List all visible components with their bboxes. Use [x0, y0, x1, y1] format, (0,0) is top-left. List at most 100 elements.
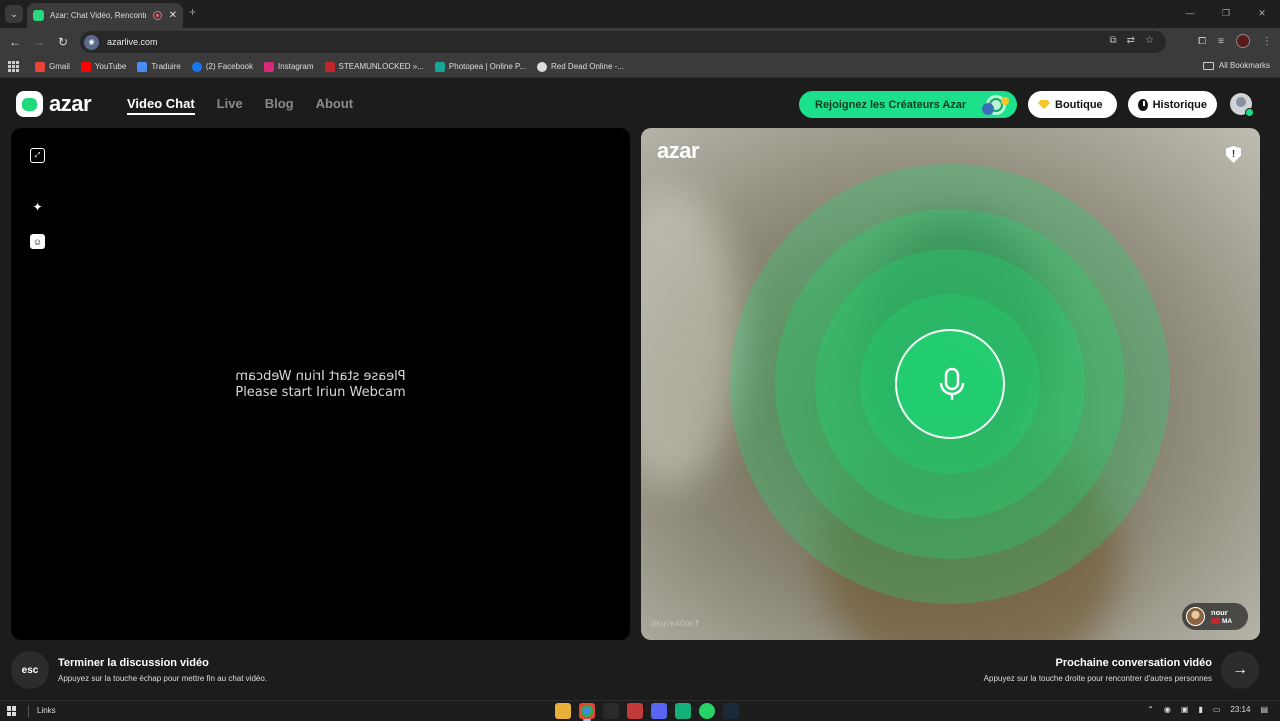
more-menu-icon[interactable]: ⋮ [1262, 36, 1272, 47]
gem-icon [1038, 100, 1050, 109]
bookmark-facebook[interactable]: (2) Facebook [191, 61, 253, 72]
next-chat-button[interactable]: → [1221, 651, 1259, 689]
file-explorer-icon[interactable] [555, 703, 571, 719]
video-blur-shape [641, 188, 741, 488]
history-label: Historique [1152, 98, 1207, 111]
folder-icon [1202, 61, 1214, 70]
bookmark-traduire[interactable]: Traduire [137, 61, 181, 72]
partner-video-panel: azar ! @kqceAOQoT nour MA [641, 128, 1260, 640]
gmail-icon [35, 61, 45, 72]
bookmark-instagram[interactable]: Instagram [263, 61, 314, 72]
close-window-icon[interactable]: ✕ [1244, 0, 1280, 28]
shop-label: Boutique [1055, 98, 1103, 111]
cast-icon[interactable]: ⧉ [1110, 35, 1117, 46]
azar-logo-icon [16, 91, 43, 117]
logo-text: azar [49, 91, 92, 116]
effects-sparkle-icon[interactable]: ✦ [30, 199, 45, 214]
clock-time[interactable]: 23:14 [1230, 705, 1250, 714]
microphone-tray-icon[interactable]: ▮ [1198, 705, 1202, 714]
windows-start-icon[interactable] [7, 706, 17, 716]
azar-page: azar Video Chat Live Blog About Rejoigne… [0, 79, 1280, 700]
webcam-message: Please start Iriun Webcam Please start I… [11, 369, 630, 401]
steam-icon[interactable] [723, 703, 739, 719]
bookmark-gmail[interactable]: Gmail [35, 61, 70, 72]
site-info-icon[interactable]: ◉ [84, 34, 99, 50]
taskbar-separator [28, 705, 29, 717]
partner-user-id: @kqceAOQoT [651, 619, 700, 628]
main-nav: Video Chat Live Blog About [127, 96, 353, 115]
face-filter-icon[interactable]: ☺ [30, 234, 45, 249]
recording-indicator-icon [152, 11, 162, 20]
discord-icon[interactable] [651, 703, 667, 719]
video-watermark-logo: azar [657, 138, 700, 163]
join-creators-button[interactable]: Rejoignez les Créateurs Azar [799, 91, 1017, 118]
reddead-icon [537, 61, 548, 72]
new-tab-button[interactable]: + [189, 5, 196, 19]
partner-info: nour MA [1211, 608, 1232, 626]
bookmark-steamunlocked[interactable]: STEAMUNLOCKED »... [324, 61, 424, 72]
my-camera-panel: ⤢ ✦ ☺ Please start Iriun Webcam Please s… [11, 128, 630, 640]
microphone-icon [939, 367, 965, 400]
bookmark-reddead[interactable]: Red Dead Online -... [537, 61, 624, 72]
nav-about[interactable]: About [316, 96, 354, 115]
online-status-icon [1245, 108, 1254, 117]
browser-toolbar: ← → ↻ ◉ azarlive.com ⧉ ⇄ ☆ ⧠ ≡ ⋮ [0, 28, 1280, 56]
apps-grid-icon[interactable] [8, 60, 20, 73]
azar-favicon-icon [33, 10, 44, 21]
youtube-icon [80, 61, 91, 72]
address-bar[interactable]: ◉ azarlive.com ⧉ ⇄ ☆ [80, 31, 1166, 53]
site-header: azar Video Chat Live Blog About Rejoigne… [0, 79, 1280, 127]
links-toolbar[interactable]: Links [37, 706, 56, 715]
azar-logo[interactable]: azar [16, 91, 92, 117]
arrow-right-icon: → [1232, 661, 1248, 678]
next-chat-title: Prochaine conversation vidéo [1055, 657, 1213, 669]
partner-country-code: MA [1222, 617, 1233, 625]
report-shield-icon[interactable]: ! [1226, 146, 1241, 163]
swap-layout-icon[interactable]: ⤢ [30, 148, 45, 163]
profile-avatar[interactable] [1236, 34, 1250, 48]
active-tab[interactable]: Azar: Chat Vidéo, Rencontre ✕ [27, 3, 183, 28]
end-chat-button[interactable]: esc [11, 651, 49, 689]
instagram-icon [263, 61, 274, 72]
taskbar-apps [555, 703, 739, 721]
all-bookmarks-button[interactable]: All Bookmarks [1202, 61, 1270, 70]
partner-badge[interactable]: nour MA [1182, 603, 1248, 630]
back-icon[interactable]: ← [3, 35, 27, 49]
bookmark-youtube[interactable]: YouTube [80, 61, 126, 72]
bookmark-star-icon[interactable]: ☆ [1145, 35, 1154, 46]
forward-icon[interactable]: → [27, 35, 51, 49]
restore-icon[interactable]: ❐ [1208, 0, 1244, 28]
chrome-icon[interactable] [579, 703, 595, 721]
translate-page-icon[interactable]: ⇄ [1127, 35, 1135, 46]
whatsapp-icon[interactable] [699, 703, 715, 719]
minimize-icon[interactable]: — [1172, 0, 1208, 28]
nav-blog[interactable]: Blog [265, 96, 294, 115]
bookmark-photopea[interactable]: Photopea | Online P... [434, 61, 526, 72]
notifications-icon[interactable]: ▤ [1260, 705, 1268, 714]
tray-app-icon[interactable]: ◉ [1164, 705, 1171, 714]
adobe-icon[interactable] [603, 703, 619, 719]
webcam-message-mirrored: Please start Iriun Webcam [235, 369, 406, 384]
end-chat-title: Terminer la discussion vidéo [58, 657, 209, 669]
tab-search-button[interactable]: ⌄ [5, 5, 23, 23]
nav-video-chat[interactable]: Video Chat [127, 96, 195, 115]
browser-tab-strip: ⌄ Azar: Chat Vidéo, Rencontre ✕ + — ❐ ✕ [0, 0, 1280, 28]
steamunlocked-icon [324, 61, 335, 72]
network-icon[interactable]: ▭ [1213, 705, 1221, 714]
history-button[interactable]: Historique [1128, 91, 1217, 118]
close-tab-icon[interactable]: ✕ [169, 10, 177, 21]
bookmarks-bar: Gmail YouTube Traduire (2) Facebook Inst… [0, 56, 1280, 78]
tray-overflow-icon[interactable]: ⌃ [1147, 705, 1154, 714]
join-creators-label: Rejoignez les Créateurs Azar [815, 98, 967, 111]
reading-list-icon[interactable]: ≡ [1218, 36, 1224, 47]
app-icon[interactable] [627, 703, 643, 719]
extensions-icon[interactable]: ⧠ [1198, 36, 1206, 47]
tray-app-icon[interactable]: ▣ [1181, 705, 1189, 714]
shop-button[interactable]: Boutique [1028, 91, 1117, 118]
nav-live[interactable]: Live [217, 96, 243, 115]
microphone-button[interactable] [895, 329, 1005, 439]
app-icon[interactable] [675, 703, 691, 719]
reload-icon[interactable]: ↻ [51, 35, 75, 49]
morocco-flag-icon [1211, 618, 1220, 624]
clock-icon [1138, 98, 1148, 111]
